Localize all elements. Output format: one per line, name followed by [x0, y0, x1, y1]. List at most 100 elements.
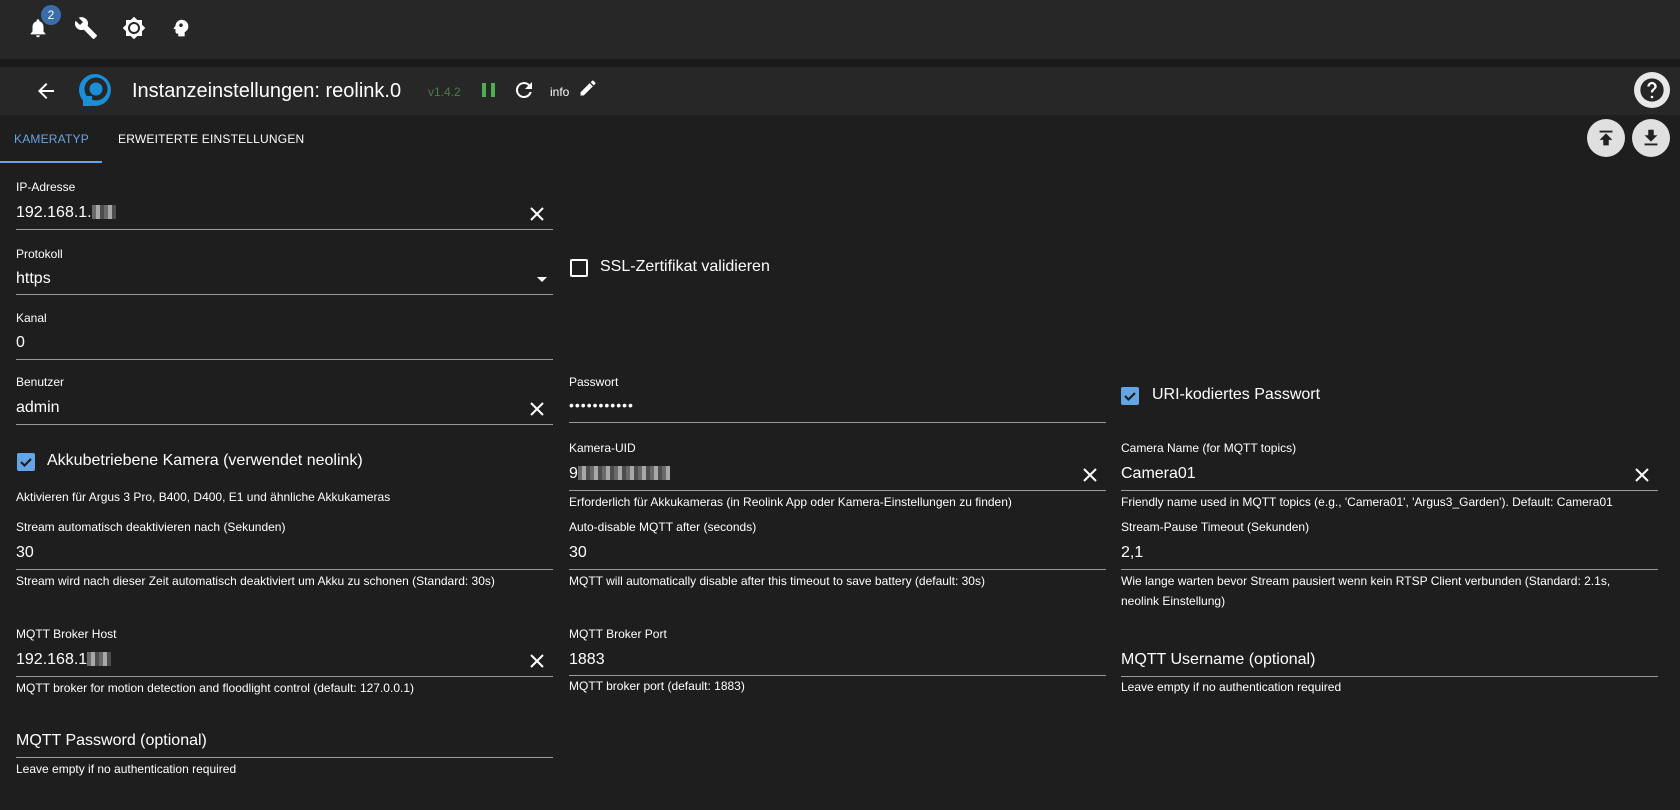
stream-disable-input[interactable]: 30	[16, 544, 34, 562]
camera-uid-label: Kamera-UID	[569, 441, 636, 455]
mqtt-host-help: MQTT broker for motion detection and flo…	[16, 681, 414, 695]
mqtt-password-input[interactable]: MQTT Password (optional)	[16, 732, 207, 750]
stream-disable-help: Stream wird nach dieser Zeit automatisch…	[16, 574, 495, 588]
brightness-icon	[122, 16, 146, 40]
camera-name-field[interactable]: Camera Name (for MQTT topics) Camera01 F…	[1121, 441, 1658, 511]
stream-pause-help-line2: neolink Einstellung)	[1121, 594, 1226, 608]
tab-erweiterte-einstellungen[interactable]: ERWEITERTE EINSTELLUNGEN	[118, 132, 304, 146]
ip-address-field[interactable]: IP-Adresse 192.168.1.	[16, 180, 553, 230]
ssl-validate-checkbox[interactable]	[570, 259, 588, 277]
protocol-select[interactable]: Protokoll https	[16, 247, 553, 295]
mqtt-disable-help: MQTT will automatically disable after th…	[569, 574, 985, 588]
camera-uid-field[interactable]: Kamera-UID 9 Erforderlich für Akkukamera…	[569, 441, 1106, 511]
close-icon	[530, 402, 544, 416]
download-settings-button[interactable]	[1632, 119, 1670, 157]
mqtt-username-input[interactable]: MQTT Username (optional)	[1121, 651, 1315, 669]
dropdown-arrow-icon	[537, 277, 547, 282]
question-icon	[1640, 78, 1664, 102]
protocol-label: Protokoll	[16, 247, 63, 261]
battery-camera-help: Aktivieren für Argus 3 Pro, B400, D400, …	[16, 490, 391, 504]
reload-icon	[515, 82, 532, 99]
mqtt-username-field[interactable]: MQTT Username (optional) Leave empty if …	[1121, 650, 1658, 700]
ip-address-label: IP-Adresse	[16, 180, 76, 194]
checkmark-icon	[20, 458, 32, 468]
input-underline	[16, 676, 553, 677]
mqtt-port-help: MQTT broker port (default: 1883)	[569, 679, 745, 693]
edit-loglevel-button[interactable]	[578, 78, 598, 100]
version-label: v1.4.2	[428, 85, 461, 99]
info-loglevel: info	[550, 85, 570, 99]
upload-settings-button[interactable]	[1587, 119, 1625, 157]
input-underline	[1121, 569, 1658, 570]
redacted-value	[577, 466, 670, 480]
close-icon	[1635, 468, 1649, 482]
mqtt-port-input[interactable]: 1883	[569, 651, 605, 669]
pause-button[interactable]	[480, 78, 498, 102]
stream-pause-help-line1: Wie lange warten bevor Stream pausiert w…	[1121, 574, 1611, 588]
clear-camera-name-button[interactable]	[1632, 465, 1652, 485]
ip-address-input[interactable]: 192.168.1.	[16, 204, 116, 222]
checkmark-icon	[1124, 392, 1136, 402]
channel-field[interactable]: Kanal 0	[16, 311, 553, 360]
channel-input[interactable]: 0	[16, 334, 25, 352]
settings-button[interactable]	[71, 13, 101, 43]
redacted-value	[87, 652, 112, 666]
stream-pause-input[interactable]: 2,1	[1121, 544, 1143, 562]
mqtt-host-field[interactable]: MQTT Broker Host 192.168.1 MQTT broker f…	[16, 627, 553, 701]
pause-icon	[482, 83, 495, 97]
upload-icon	[1599, 130, 1613, 146]
mqtt-password-field[interactable]: MQTT Password (optional) Leave empty if …	[16, 730, 553, 790]
stream-disable-field[interactable]: Stream automatisch deaktivieren nach (Se…	[16, 520, 553, 592]
clear-uid-button[interactable]	[1080, 465, 1100, 485]
camera-name-label: Camera Name (for MQTT topics)	[1121, 441, 1297, 455]
password-input[interactable]: •••••••••••	[569, 397, 634, 413]
instance-header: Instanzeinstellungen: reolink.0 v1.4.2 i…	[0, 67, 1680, 115]
user-field[interactable]: Benutzer admin	[16, 375, 553, 425]
help-button[interactable]	[1634, 72, 1670, 108]
input-underline	[569, 569, 1106, 570]
wrench-icon	[74, 17, 97, 39]
camera-uid-help: Erforderlich für Akkukameras (in Reolink…	[569, 495, 1012, 509]
password-label: Passwort	[569, 375, 619, 389]
user-input[interactable]: admin	[16, 399, 60, 417]
battery-camera-label: Akkubetriebene Kamera (verwendet neolink…	[47, 452, 363, 469]
arrow-left-icon	[38, 83, 54, 99]
reload-button[interactable]	[512, 78, 536, 102]
camera-uid-input[interactable]: 9	[569, 465, 670, 483]
mqtt-disable-label: Auto-disable MQTT after (seconds)	[569, 520, 757, 534]
protocol-value[interactable]: https	[16, 270, 51, 288]
separator	[0, 59, 1680, 67]
back-button[interactable]	[34, 79, 58, 103]
input-underline	[569, 422, 1106, 423]
camera-name-input[interactable]: Camera01	[1121, 465, 1196, 483]
input-underline	[16, 424, 553, 425]
top-toolbar: 2	[0, 0, 1680, 59]
camera-name-help: Friendly name used in MQTT topics (e.g.,…	[1121, 495, 1613, 509]
reolink-logo	[77, 72, 113, 108]
clear-user-button[interactable]	[527, 399, 547, 419]
stream-disable-label: Stream automatisch deaktivieren nach (Se…	[16, 520, 286, 534]
uri-password-checkbox[interactable]	[1121, 387, 1139, 405]
notification-count-badge: 2	[41, 5, 61, 25]
expert-mode-button[interactable]	[166, 13, 196, 43]
mqtt-port-field[interactable]: MQTT Broker Port 1883 MQTT broker port (…	[569, 627, 1106, 699]
tab-kameratyp[interactable]: KAMERATYP	[14, 132, 89, 146]
password-field[interactable]: Passwort •••••••••••	[569, 375, 1106, 423]
head-icon	[173, 19, 189, 37]
mqtt-host-input[interactable]: 192.168.1	[16, 651, 112, 669]
battery-camera-checkbox[interactable]	[17, 453, 35, 471]
channel-label: Kanal	[16, 311, 47, 325]
mqtt-disable-field[interactable]: Auto-disable MQTT after (seconds) 30 MQT…	[569, 520, 1106, 592]
input-underline	[16, 569, 553, 570]
input-underline	[16, 294, 553, 295]
mqtt-port-label: MQTT Broker Port	[569, 627, 667, 641]
ssl-validate-label: SSL-Zertifikat validieren	[600, 258, 770, 275]
tab-bar: KAMERATYP ERWEITERTE EINSTELLUNGEN	[0, 115, 1680, 164]
mqtt-disable-input[interactable]: 30	[569, 544, 587, 562]
theme-button[interactable]	[119, 13, 149, 43]
mqtt-host-label: MQTT Broker Host	[16, 627, 117, 641]
clear-ip-button[interactable]	[527, 204, 547, 224]
clear-mqtt-host-button[interactable]	[527, 651, 547, 671]
pencil-icon	[580, 80, 596, 96]
stream-pause-field[interactable]: Stream-Pause Timeout (Sekunden) 2,1 Wie …	[1121, 520, 1658, 612]
